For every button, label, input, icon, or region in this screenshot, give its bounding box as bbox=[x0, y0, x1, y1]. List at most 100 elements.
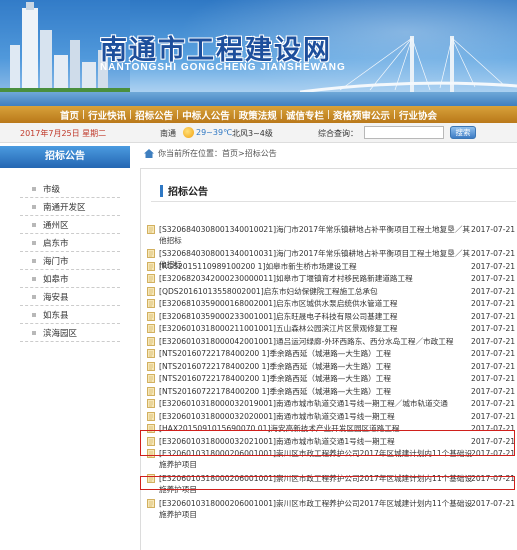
bullet-icon bbox=[32, 222, 36, 227]
notice-row[interactable]: [E3206010318000211001001]五山森林公园滨江片区景观修复工… bbox=[147, 323, 517, 334]
notice-title-link[interactable]: [QDS20161013558002001]启东市妇幼保健院工程施工总承包 bbox=[159, 286, 477, 297]
sidebar-item-qidong[interactable]: 启东市 bbox=[20, 234, 120, 252]
notice-row[interactable]: [E3206010318000042001001]通吕运河绿廊-外环西路东、西分… bbox=[147, 336, 517, 347]
panel-title: 招标公告 bbox=[160, 183, 208, 198]
site-title-pinyin: NANTONGSHI GONGCHENG JIANSHEWANG bbox=[100, 62, 346, 73]
notice-title-link[interactable]: [E3206810359000168002001]启东市区城供水泵启统供水管道工… bbox=[159, 298, 477, 309]
notice-date: 2017-07-21 bbox=[471, 374, 516, 383]
notice-date: 2017-07-21 bbox=[471, 362, 516, 371]
nav-item-news[interactable]: 行业快讯 bbox=[88, 108, 126, 122]
title-accent-bar bbox=[160, 184, 163, 197]
notice-row[interactable]: [NTS20160722178400200 1]季余路西延（城港路—大生路）工程… bbox=[147, 348, 517, 359]
bullet-icon bbox=[32, 186, 36, 191]
breadcrumb-separator: > bbox=[238, 149, 245, 158]
sidebar-item-rugao[interactable]: 如皋市 bbox=[20, 270, 120, 288]
nav-item-credit[interactable]: 诚信专栏 bbox=[286, 108, 324, 122]
notice-row[interactable]: [E3206010318000032020001]南通市城市轨道交通1号线一期工… bbox=[147, 411, 517, 422]
sidebar-item-city-level[interactable]: 市级 bbox=[20, 180, 120, 198]
notice-title-link[interactable]: [S3206840308001340010021]海门市2017年常乐镇耕地占补… bbox=[159, 224, 477, 246]
nav-item-tender-notice[interactable]: 招标公告 bbox=[135, 108, 173, 122]
breadcrumb-current[interactable]: 招标公告 bbox=[245, 148, 277, 159]
notice-title-link[interactable]: [E3206010318000032020001]南通市城市轨道交通1号线一期工… bbox=[159, 411, 477, 422]
notice-row[interactable]: [E3206010318000206001001]崇川区市政工程养护公司2017… bbox=[147, 498, 517, 520]
notice-list-panel: 招标公告 [S3206840308001340010021]海门市2017年常乐… bbox=[140, 168, 517, 550]
bullet-icon bbox=[32, 276, 36, 281]
nav-item-home[interactable]: 首页 bbox=[60, 108, 79, 122]
notice-title-link[interactable]: [NTS20160722178400200 1]季余路西延（城港路—大生路）工程 bbox=[159, 361, 477, 372]
sunny-weather-icon bbox=[183, 127, 194, 138]
notice-date: 2017-07-21 bbox=[471, 324, 516, 333]
notice-row[interactable]: [E3206010318000032019001]南通市城市轨道交通1号线一期工… bbox=[147, 398, 517, 409]
notice-date: 2017-07-21 bbox=[471, 499, 516, 508]
sidebar-item-haian[interactable]: 海安县 bbox=[20, 288, 120, 306]
notice-row[interactable]: [QDS20161013558002001]启东市妇幼保健院工程施工总承包 201… bbox=[147, 286, 517, 297]
search-label: 综合查询： bbox=[318, 129, 358, 138]
notice-row[interactable]: [E3206820342000230000011]如皋市丁堰镇育才村移民路新建道… bbox=[147, 273, 517, 284]
nav-item-policy[interactable]: 政策法规 bbox=[239, 108, 277, 122]
notice-title-link[interactable]: [RGS2015110989100200 1]如皋市新生桥市场建设工程 bbox=[159, 261, 477, 272]
nav-item-association[interactable]: 行业协会 bbox=[399, 108, 437, 122]
bullet-icon bbox=[32, 312, 36, 317]
highlight-box-rail-transit-2 bbox=[140, 476, 515, 490]
notice-row[interactable]: [NTS20160722178400200 1]季余路西延（城港路—大生路）工程… bbox=[147, 386, 517, 397]
nav-separator: | bbox=[232, 109, 236, 120]
document-icon bbox=[147, 324, 155, 333]
sidebar-item-haimen[interactable]: 海门市 bbox=[20, 252, 120, 270]
sidebar: 招标公告 市级 南通开发区 通州区 启东市 海门市 如皋市 海安县 如东县 滨海… bbox=[0, 146, 130, 550]
weather-wind: 北风3~4级 bbox=[232, 129, 273, 138]
notice-title-link[interactable]: [E3206010318000042001001]通吕运河绿廊-外环西路东、西分… bbox=[159, 336, 477, 347]
notice-date: 2017-07-21 bbox=[471, 262, 516, 271]
notice-title-link[interactable]: [E3206010318000032019001]南通市城市轨道交通1号线一期工… bbox=[159, 398, 477, 409]
document-icon bbox=[147, 312, 155, 321]
notice-date: 2017-07-21 bbox=[471, 412, 516, 421]
nav-separator: | bbox=[176, 109, 180, 120]
sidebar-item-label: 如东县 bbox=[43, 310, 69, 321]
notice-row[interactable]: [NTS20160722178400200 1]季余路西延（城港路—大生路）工程… bbox=[147, 373, 517, 384]
notice-date: 2017-07-21 bbox=[471, 312, 516, 321]
nav-item-prequalification[interactable]: 资格预审公示 bbox=[333, 108, 390, 122]
sidebar-item-binhai[interactable]: 滨海园区 bbox=[20, 324, 120, 342]
notice-title-link[interactable]: [E3206010318000211001001]五山森林公园滨江片区景观修复工… bbox=[159, 323, 477, 334]
notice-row[interactable]: [NTS20160722178400200 1]季余路西延（城港路—大生路）工程… bbox=[147, 361, 517, 372]
breadcrumb-home-link[interactable]: 首页 bbox=[222, 148, 238, 159]
bullet-icon bbox=[32, 258, 36, 263]
nav-item-winner-notice[interactable]: 中标人公告 bbox=[182, 108, 230, 122]
document-icon bbox=[147, 262, 155, 271]
sidebar-item-development-zone[interactable]: 南通开发区 bbox=[20, 198, 120, 216]
highlight-box-rail-transit bbox=[140, 430, 515, 456]
document-icon bbox=[147, 274, 155, 283]
sidebar-item-label: 滨海园区 bbox=[43, 328, 78, 339]
document-icon bbox=[147, 387, 155, 396]
sidebar-item-rudong[interactable]: 如东县 bbox=[20, 306, 120, 324]
bullet-icon bbox=[32, 294, 36, 299]
sidebar-item-label: 如皋市 bbox=[43, 274, 69, 285]
home-icon bbox=[144, 149, 154, 158]
notice-date: 2017-07-21 bbox=[471, 337, 516, 346]
site-banner: 南通市工程建设网 NANTONGSHI GONGCHENG JIANSHEWAN… bbox=[0, 0, 517, 106]
notice-title-link[interactable]: [E3206010318000206001001]崇川区市政工程养护公司2017… bbox=[159, 498, 477, 520]
notice-row[interactable]: [RGS2015110989100200 1]如皋市新生桥市场建设工程 2017-… bbox=[147, 261, 517, 272]
notice-title-link[interactable]: [NTS20160722178400200 1]季余路西延（城港路—大生路）工程 bbox=[159, 373, 477, 384]
sidebar-item-tongzhou[interactable]: 通州区 bbox=[20, 216, 120, 234]
sidebar-item-label: 启东市 bbox=[43, 238, 69, 249]
sidebar-item-label: 市级 bbox=[43, 184, 61, 195]
notice-row[interactable]: [E3206810359000168002001]启东市区城供水泵启统供水管道工… bbox=[147, 298, 517, 309]
notice-title-link[interactable]: [E3206820342000230000011]如皋市丁堰镇育才村移民路新建道… bbox=[159, 273, 477, 284]
notice-title-link[interactable]: [NTS20160722178400200 1]季余路西延（城港路—大生路）工程 bbox=[159, 386, 477, 397]
notice-date: 2017-07-21 bbox=[471, 299, 516, 308]
notice-date: 2017-07-21 bbox=[471, 287, 516, 296]
search-button[interactable]: 搜索 bbox=[450, 126, 476, 139]
document-icon bbox=[147, 299, 155, 308]
sidebar-item-label: 海安县 bbox=[43, 292, 69, 303]
notice-date: 2017-07-21 bbox=[471, 399, 516, 408]
notice-date: 2017-07-21 bbox=[471, 225, 516, 234]
panel-title-text: 招标公告 bbox=[168, 187, 208, 198]
notice-title-link[interactable]: [NTS20160722178400200 1]季余路西延（城港路—大生路）工程 bbox=[159, 348, 477, 359]
notice-row[interactable]: [E3206810359000233001001]启东旺晟电子科技有限公司基建工… bbox=[147, 311, 517, 322]
search-input[interactable] bbox=[364, 126, 444, 139]
notice-row[interactable]: [S3206840308001340010021]海门市2017年常乐镇耕地占补… bbox=[147, 224, 517, 246]
bullet-icon bbox=[32, 204, 36, 209]
panel-divider bbox=[151, 201, 516, 202]
notice-date: 2017-07-21 bbox=[471, 349, 516, 358]
notice-title-link[interactable]: [E3206810359000233001001]启东旺晟电子科技有限公司基建工… bbox=[159, 311, 477, 322]
